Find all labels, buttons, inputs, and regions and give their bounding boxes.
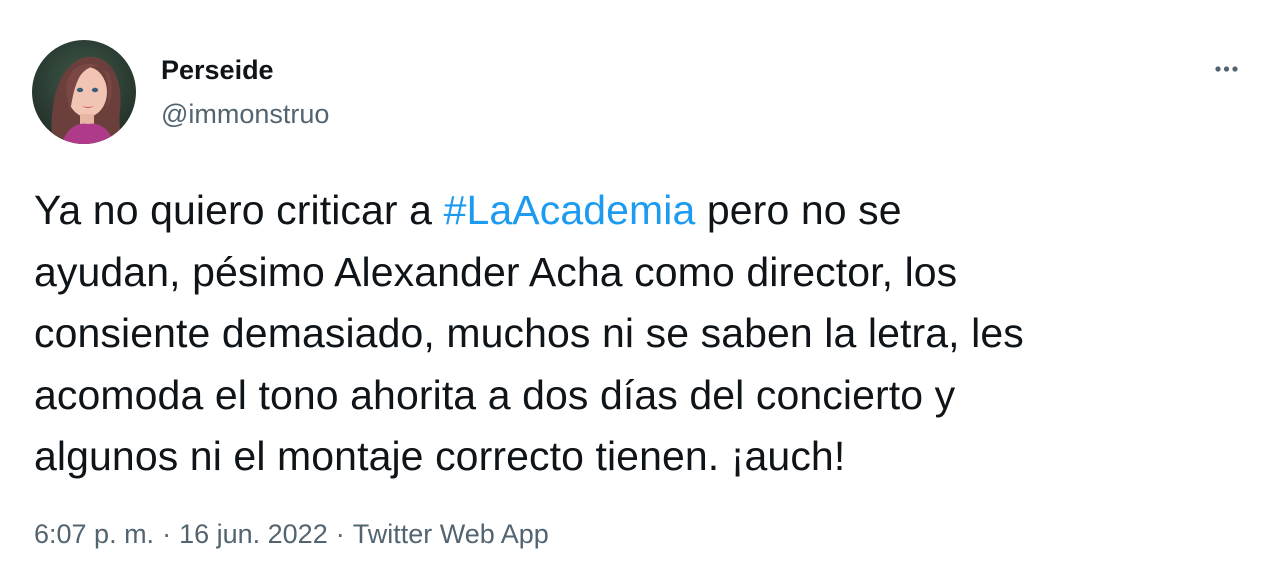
hashtag-link[interactable]: #LaAcademia bbox=[444, 187, 696, 233]
tweet-date-link[interactable]: 16 jun. 2022 bbox=[179, 519, 328, 549]
tweet-line: acomoda el tono ahorita a dos días del c… bbox=[34, 371, 956, 418]
display-name[interactable]: Perseide bbox=[161, 52, 274, 88]
tweet-text: Ya no quiero criticar a #LaAcademia pero… bbox=[34, 180, 1254, 488]
tweet-text-segment: pero no se bbox=[695, 187, 902, 233]
tweet-line: Ya no quiero criticar a #LaAcademia pero… bbox=[34, 180, 1254, 242]
avatar[interactable] bbox=[32, 40, 136, 144]
more-options-icon[interactable] bbox=[1204, 54, 1248, 84]
meta-separator: · bbox=[162, 519, 172, 549]
user-handle[interactable]: @immonstruo bbox=[161, 96, 329, 132]
tweet-time-link[interactable]: 6:07 p. m. bbox=[34, 519, 154, 549]
tweet-metadata: 6:07 p. m. · 16 jun. 2022 · Twitter Web App bbox=[34, 514, 549, 554]
avatar-image bbox=[32, 40, 136, 144]
meta-separator: · bbox=[335, 519, 345, 549]
tweet-line: consiente demasiado, muchos ni se saben … bbox=[34, 310, 1024, 356]
tweet-line: algunos ni el montaje correcto tienen. ¡… bbox=[34, 433, 846, 479]
tweet-line: ayudan, pésimo Alexander Acha como direc… bbox=[34, 248, 958, 295]
tweet-card: Perseide @immonstruo Ya no quiero critic… bbox=[0, 0, 1280, 577]
tweet-source-link[interactable]: Twitter Web App bbox=[353, 519, 549, 549]
tweet-text-segment: Ya no quiero criticar a bbox=[34, 187, 444, 233]
